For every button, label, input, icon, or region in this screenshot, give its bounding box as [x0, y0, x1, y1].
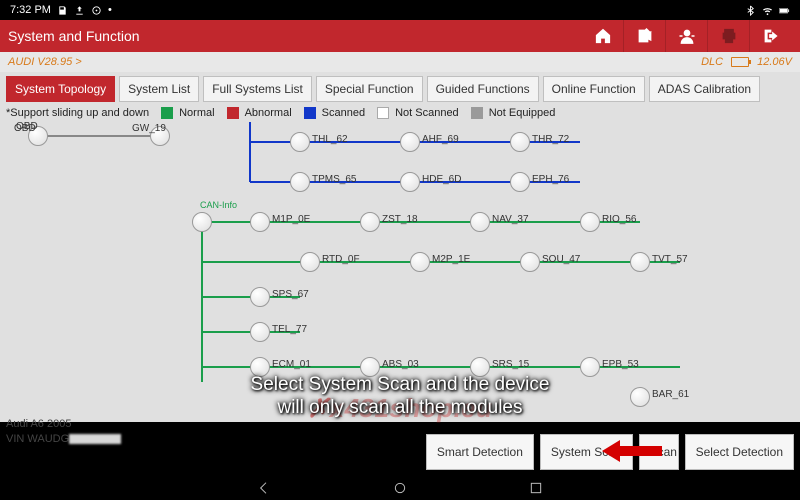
node-rtd0f[interactable] [300, 252, 320, 272]
home-button[interactable] [582, 20, 624, 52]
tab-system-topology[interactable]: System Topology [6, 76, 115, 102]
tab-special-function[interactable]: Special Function [316, 76, 423, 102]
smart-detection-button[interactable]: Smart Detection [426, 434, 534, 470]
label-obd: OBD [14, 123, 36, 134]
node-tvt57[interactable] [630, 252, 650, 272]
android-status-bar: 7:32 PM • [0, 0, 800, 20]
swatch-notequipped [471, 107, 483, 119]
vehicle-model: Audi A6 2005 [6, 417, 121, 431]
tab-bar: System Topology System List Full Systems… [0, 72, 800, 104]
node-ahf69[interactable] [400, 132, 420, 152]
breadcrumb: AUDI V28.95 > [8, 56, 82, 68]
node-can-root[interactable] [192, 212, 212, 232]
node-bar61[interactable] [630, 387, 650, 407]
app-header: System and Function [0, 20, 800, 52]
edit-button[interactable] [624, 20, 666, 52]
bluetooth-icon [745, 5, 756, 16]
swatch-notscanned [377, 107, 389, 119]
swatch-normal [161, 107, 173, 119]
node-eph76[interactable] [510, 172, 530, 192]
voltage-label: 12.06V [757, 56, 792, 68]
save-icon [57, 5, 68, 16]
node-m1p0e[interactable] [250, 212, 270, 232]
swatch-scanned [304, 107, 316, 119]
status-dots: • [108, 4, 112, 16]
nav-home-button[interactable] [392, 480, 408, 496]
node-zst18[interactable] [360, 212, 380, 232]
bus-label: CAN-Info [200, 200, 237, 210]
node-m2p1e[interactable] [410, 252, 430, 272]
node-epb53[interactable] [580, 357, 600, 377]
battery-small-icon [731, 57, 749, 67]
node-nav37[interactable] [470, 212, 490, 232]
select-detection-button[interactable]: Select Detection [685, 434, 794, 470]
dlc-label: DLC [701, 56, 723, 68]
print-button[interactable] [708, 20, 750, 52]
node-sps67[interactable] [250, 287, 270, 307]
vin-masked [69, 434, 121, 444]
exit-button[interactable] [750, 20, 792, 52]
node-sou47[interactable] [520, 252, 540, 272]
node-srs15[interactable] [470, 357, 490, 377]
node-tpms65[interactable] [290, 172, 310, 192]
upload-icon [74, 5, 85, 16]
node-abs03[interactable] [360, 357, 380, 377]
label-gw: GW_19 [132, 123, 166, 134]
android-nav-bar [0, 476, 800, 500]
node-ecm01[interactable] [250, 357, 270, 377]
node-tel77[interactable] [250, 322, 270, 342]
scan-button-partial[interactable]: Scan [639, 434, 679, 470]
vehicle-info: Audi A6 2005 VIN WAUDG [6, 417, 121, 446]
tab-adas-calibration[interactable]: ADAS Calibration [649, 76, 760, 102]
nav-back-button[interactable] [256, 480, 272, 496]
swatch-abnormal [227, 107, 239, 119]
sub-header: AUDI V28.95 > DLC 12.06V [0, 52, 800, 72]
tab-online-function[interactable]: Online Function [543, 76, 645, 102]
node-thr72[interactable] [510, 132, 530, 152]
legend-note: *Support sliding up and down [6, 107, 149, 119]
wifi-icon [762, 5, 773, 16]
topology-wires [0, 122, 800, 422]
battery-icon [779, 5, 790, 16]
tab-guided-functions[interactable]: Guided Functions [427, 76, 539, 102]
legend-bar: *Support sliding up and down Normal Abno… [0, 104, 800, 122]
page-title: System and Function [8, 28, 140, 44]
target-icon [91, 5, 102, 16]
node-hde6d[interactable] [400, 172, 420, 192]
system-scan-button[interactable]: System Scan [540, 434, 633, 470]
vehicle-vin-prefix: VIN WAUDG [6, 433, 69, 445]
node-thl62[interactable] [290, 132, 310, 152]
nav-recent-button[interactable] [528, 480, 544, 496]
tab-full-systems-list[interactable]: Full Systems List [203, 76, 312, 102]
node-rio56[interactable] [580, 212, 600, 232]
topology-canvas[interactable]: CAN-Info OBD OBD OBD GW_19 THL_62 AHF_69… [0, 122, 800, 422]
tab-system-list[interactable]: System List [119, 76, 199, 102]
support-button[interactable] [666, 20, 708, 52]
action-bar: Smart Detection System Scan Scan Select … [426, 434, 794, 470]
status-time: 7:32 PM [10, 4, 51, 16]
